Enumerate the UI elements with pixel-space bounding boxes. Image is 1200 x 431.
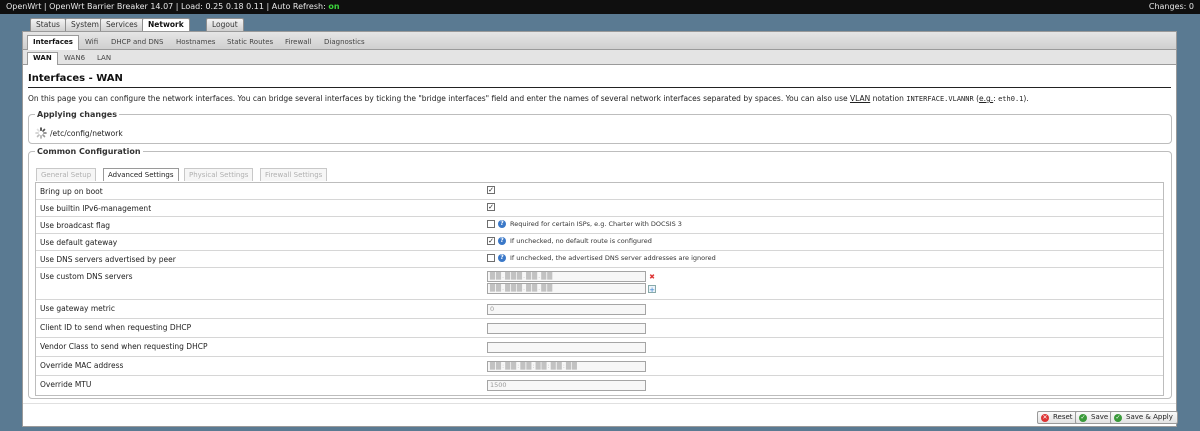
mac-label: Override MAC address — [40, 361, 124, 370]
page-title: Interfaces - WAN — [28, 73, 1171, 88]
dns-server-input-1[interactable]: ██.███.██.██ — [487, 271, 646, 282]
row-default-gateway: Use default gateway ✓ ? If unchecked, no… — [36, 234, 1163, 251]
bring-up-checkbox[interactable]: ✓ — [487, 186, 495, 194]
desc-prefix: On this page you can configure the netwo… — [28, 94, 848, 103]
reset-icon: ✕ — [1041, 414, 1049, 422]
bring-up-label: Bring up on boot — [40, 187, 103, 196]
top-status-bar: OpenWrt | OpenWrt Barrier Breaker 14.07 … — [0, 0, 1200, 14]
gw-metric-label: Use gateway metric — [40, 304, 116, 313]
desc-colon: : — [993, 94, 996, 103]
info-icon: ? — [498, 237, 506, 245]
row-ipv6-management: Use builtin IPv6-management ✓ — [36, 200, 1163, 217]
auto-refresh-toggle[interactable]: on — [328, 2, 339, 11]
peer-dns-hint: If unchecked, the advertised DNS server … — [510, 254, 716, 262]
tab-wan[interactable]: WAN — [27, 52, 58, 65]
custom-dns-label: Use custom DNS servers — [40, 272, 133, 281]
vlan-code: INTERFACE.VLANNR — [906, 95, 974, 103]
reset-button[interactable]: ✕ Reset — [1037, 411, 1078, 424]
action-bar: ✕ Reset ✓ Save ✓ Save & Apply — [23, 403, 1178, 427]
add-entry-icon[interactable]: + — [648, 285, 656, 294]
save-icon: ✓ — [1079, 414, 1087, 422]
row-client-id: Client ID to send when requesting DHCP — [36, 319, 1163, 338]
tab-physical-settings[interactable]: Physical Settings — [184, 168, 254, 181]
row-vendor-class: Vendor Class to send when requesting DHC… — [36, 338, 1163, 357]
menu-system[interactable]: System — [65, 18, 105, 31]
row-override-mac: Override MAC address ██:██:██:██:██:██ — [36, 357, 1163, 376]
vlan-example: eth0.1 — [998, 95, 1024, 103]
broadcast-checkbox[interactable] — [487, 220, 495, 228]
client-id-input[interactable] — [487, 323, 646, 334]
tab-dhcp-dns[interactable]: DHCP and DNS — [106, 36, 168, 50]
config-path: /etc/config/network — [50, 129, 123, 138]
vendor-class-label: Vendor Class to send when requesting DHC… — [40, 342, 208, 351]
menu-logout[interactable]: Logout — [206, 18, 244, 31]
mtu-label: Override MTU — [40, 380, 92, 389]
save-apply-icon: ✓ — [1114, 414, 1122, 422]
interface-tabs: WAN WAN6 LAN — [23, 50, 1176, 65]
row-custom-dns: Use custom DNS servers ██.███.██.██ ✖ ██… — [36, 268, 1163, 300]
vendor-class-input[interactable] — [487, 342, 646, 353]
tab-firewall[interactable]: Firewall — [280, 36, 316, 50]
tab-static-routes[interactable]: Static Routes — [222, 36, 278, 50]
loading-spinner-icon — [35, 127, 47, 139]
ipv6-mgmt-label: Use builtin IPv6-management — [40, 204, 152, 213]
tab-hostnames[interactable]: Hostnames — [171, 36, 220, 50]
dns-server-input-2[interactable]: ██.███.██.██ — [487, 283, 646, 294]
gateway-metric-input[interactable]: 0 — [487, 304, 646, 315]
mac-address-input[interactable]: ██:██:██:██:██:██ — [487, 361, 646, 372]
applying-changes-box: Applying changes /etc/config/network — [28, 110, 1172, 144]
ipv6-mgmt-checkbox[interactable]: ✓ — [487, 203, 495, 211]
page-description: On this page you can configure the netwo… — [28, 94, 1029, 103]
save-label: Save — [1091, 413, 1109, 421]
network-submenu: Interfaces Wifi DHCP and DNS Hostnames S… — [23, 32, 1176, 50]
tab-wifi[interactable]: Wifi — [80, 36, 103, 50]
hostname: OpenWrt — [6, 2, 42, 11]
info-icon: ? — [498, 254, 506, 262]
row-broadcast-flag: Use broadcast flag ? Required for certai… — [36, 217, 1163, 234]
remove-entry-icon[interactable]: ✖ — [648, 273, 656, 281]
settings-table: Bring up on boot ✓ Use builtin IPv6-mana… — [35, 182, 1164, 396]
tab-advanced-settings[interactable]: Advanced Settings — [103, 168, 179, 181]
menu-services[interactable]: Services — [100, 18, 144, 31]
mtu-input[interactable]: 1500 — [487, 380, 646, 391]
save-button[interactable]: ✓ Save — [1075, 411, 1114, 424]
common-configuration-box: Common Configuration General Setup Advan… — [28, 147, 1172, 399]
row-bring-up-on-boot: Bring up on boot ✓ — [36, 183, 1163, 200]
row-gateway-metric: Use gateway metric 0 — [36, 300, 1163, 319]
default-gw-label: Use default gateway — [40, 238, 118, 247]
menu-status[interactable]: Status — [30, 18, 66, 31]
peer-dns-checkbox[interactable] — [487, 254, 495, 262]
tab-lan[interactable]: LAN — [92, 53, 116, 65]
peer-dns-label: Use DNS servers advertised by peer — [40, 255, 176, 264]
save-apply-button[interactable]: ✓ Save & Apply — [1110, 411, 1178, 424]
row-override-mtu: Override MTU 1500 — [36, 376, 1163, 395]
changes-counter[interactable]: Changes: 0 — [1149, 0, 1194, 14]
default-gw-hint: If unchecked, no default route is config… — [510, 237, 652, 245]
info-icon: ? — [498, 220, 506, 228]
desc-suffix: ). — [1023, 94, 1029, 103]
tab-wan6[interactable]: WAN6 — [59, 53, 90, 65]
auto-refresh-label: Auto Refresh: — [271, 2, 326, 11]
desc-notation: notation — [872, 94, 904, 103]
vlan-abbr: VLAN — [849, 94, 871, 103]
load-average: Load: 0.25 0.18 0.11 — [181, 2, 264, 11]
broadcast-hint: Required for certain ISPs, e.g. Charter … — [510, 220, 682, 228]
applying-legend: Applying changes — [37, 110, 117, 119]
broadcast-label: Use broadcast flag — [40, 221, 111, 230]
tab-diagnostics[interactable]: Diagnostics — [319, 36, 370, 50]
tab-interfaces[interactable]: Interfaces — [27, 35, 79, 50]
save-apply-label: Save & Apply — [1126, 413, 1173, 421]
eg-abbr: e.g. — [979, 94, 994, 103]
default-gw-checkbox[interactable]: ✓ — [487, 237, 495, 245]
tab-firewall-settings[interactable]: Firewall Settings — [260, 168, 328, 181]
common-legend: Common Configuration — [37, 147, 141, 156]
page-container: Interfaces Wifi DHCP and DNS Hostnames S… — [22, 31, 1178, 427]
menu-network[interactable]: Network — [142, 18, 190, 32]
firmware-version: OpenWrt Barrier Breaker 14.07 — [49, 2, 174, 11]
row-peer-dns: Use DNS servers advertised by peer ? If … — [36, 251, 1163, 268]
client-id-label: Client ID to send when requesting DHCP — [40, 323, 192, 332]
tab-general-setup[interactable]: General Setup — [36, 168, 97, 181]
reset-label: Reset — [1053, 413, 1073, 421]
